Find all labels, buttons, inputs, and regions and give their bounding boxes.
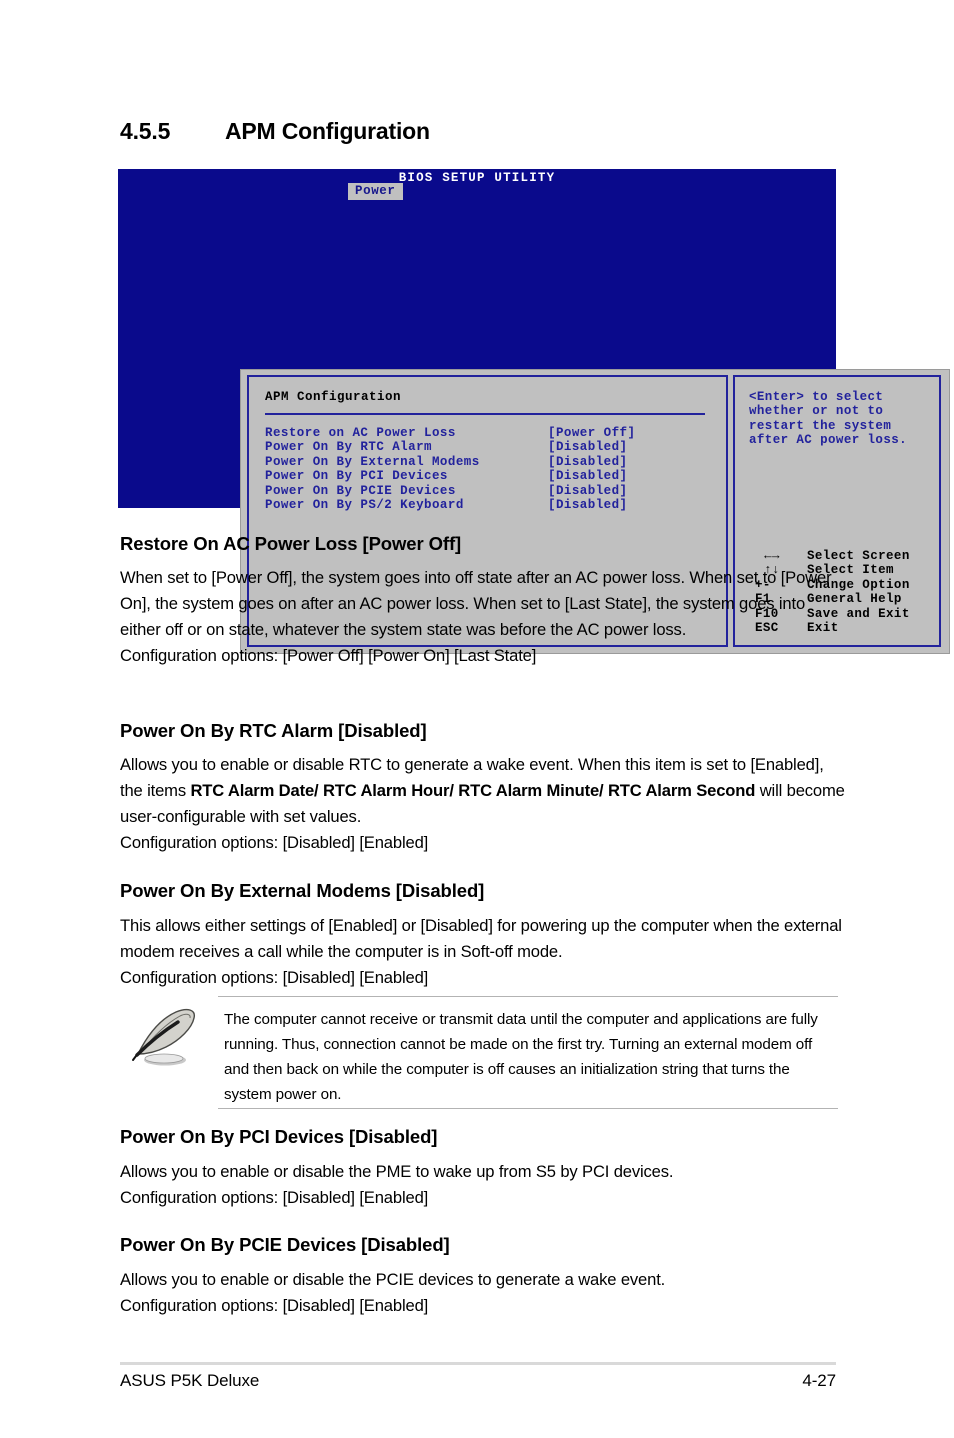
- body-power-on-by-external-modems: This allows either settings of [Enabled]…: [120, 913, 850, 991]
- legend-row: ←→ Select Screen: [743, 549, 939, 563]
- heading-power-on-by-external-modems: Power On By External Modems [Disabled]: [120, 880, 485, 901]
- bios-setup-screenshot: BIOS SETUP UTILITY APM Configuration Res…: [118, 169, 950, 672]
- legend-description: Select Screen: [807, 549, 910, 563]
- option-label: Power On By PCI Devices: [265, 469, 448, 484]
- page-title: 4.5.5 APM Configuration: [120, 118, 430, 145]
- bios-option-list: Restore on AC Power Loss [Power Off] Pow…: [265, 426, 715, 512]
- option-label: Restore on AC Power Loss: [265, 426, 456, 440]
- manual-page: 4.5.5 APM Configuration BIOS SETUP UTILIT…: [0, 0, 954, 1438]
- option-label: Power On By PS/2 Keyboard: [265, 497, 464, 512]
- option-value[interactable]: [Disabled]: [548, 440, 628, 454]
- heading-power-on-by-pci-devices: Power On By PCI Devices [Disabled]: [120, 1126, 438, 1147]
- bios-option-row[interactable]: Restore on AC Power Loss [Power Off]: [265, 426, 715, 440]
- bios-title: BIOS SETUP UTILITY: [398, 171, 556, 185]
- note-callout: The computer cannot receive or transmit …: [120, 996, 838, 1109]
- option-label: Power On By RTC Alarm: [265, 440, 432, 455]
- option-value[interactable]: [Disabled]: [548, 469, 628, 483]
- heading-power-on-by-pcie-devices: Power On By PCIE Devices [Disabled]: [120, 1234, 450, 1255]
- bios-option-row[interactable]: Power On By PCI Devices [Disabled]: [265, 469, 715, 483]
- body-text: When set to [Power Off], the system goes…: [120, 568, 832, 639]
- section-number: 4.5.5: [120, 118, 171, 144]
- body-text: Allows you to enable or disable the PME …: [120, 1162, 674, 1181]
- config-options-line: Configuration options: [Disabled] [Enabl…: [120, 968, 429, 987]
- option-value[interactable]: [Disabled]: [548, 484, 628, 498]
- bios-option-row[interactable]: Power On By External Modems [Disabled]: [265, 455, 715, 469]
- quill-pen-icon: [132, 1008, 195, 1066]
- option-label: Power On By External Modems: [265, 454, 480, 469]
- tab-power[interactable]: Power: [348, 183, 403, 200]
- body-power-on-by-pcie-devices: Allows you to enable or disable the PCIE…: [120, 1267, 850, 1319]
- option-value[interactable]: [Disabled]: [548, 455, 628, 469]
- config-options-line: Configuration options: [Power Off] [Powe…: [120, 646, 537, 665]
- body-power-on-by-rtc-alarm: Allows you to enable or disable RTC to g…: [120, 752, 850, 856]
- option-label: Power On By PCIE Devices: [265, 483, 456, 498]
- apm-configuration-heading: APM Configuration: [265, 390, 402, 404]
- config-options-line: Configuration options: [Disabled] [Enabl…: [120, 1296, 429, 1315]
- body-restore-on-ac-power-loss: When set to [Power Off], the system goes…: [120, 565, 850, 669]
- option-value[interactable]: [Disabled]: [548, 498, 628, 512]
- footer-divider: [120, 1362, 836, 1365]
- help-text: <Enter> to select whether or not to rest…: [749, 390, 908, 448]
- note-text: The computer cannot receive or transmit …: [224, 1011, 818, 1103]
- section-title: APM Configuration: [225, 118, 430, 144]
- body-text: This allows either settings of [Enabled]…: [120, 916, 842, 961]
- bios-option-row[interactable]: Power On By PCIE Devices [Disabled]: [265, 484, 715, 498]
- footer-page-number: 4-27: [802, 1371, 836, 1390]
- left-right-arrow-icon: ←→: [764, 549, 780, 563]
- body-power-on-by-pci-devices: Allows you to enable or disable the PME …: [120, 1159, 850, 1211]
- config-options-line: Configuration options: [Disabled] [Enabl…: [120, 1188, 429, 1207]
- bios-option-row[interactable]: Power On By RTC Alarm [Disabled]: [265, 440, 715, 454]
- panel-divider: [265, 413, 705, 415]
- bios-option-row[interactable]: Power On By PS/2 Keyboard [Disabled]: [265, 498, 715, 512]
- config-options-line: Configuration options: [Disabled] [Enabl…: [120, 833, 429, 852]
- note-divider-bottom: [218, 1108, 838, 1109]
- body-text-bold: RTC Alarm Date/ RTC Alarm Hour/ RTC Alar…: [190, 781, 756, 800]
- option-value[interactable]: [Power Off]: [548, 426, 635, 440]
- note-divider-top: [218, 996, 838, 997]
- heading-restore-on-ac-power-loss: Restore On AC Power Loss [Power Off]: [120, 533, 462, 554]
- footer-product-name: ASUS P5K Deluxe: [120, 1371, 260, 1390]
- body-text: Allows you to enable or disable the PCIE…: [120, 1270, 666, 1289]
- heading-power-on-by-rtc-alarm: Power On By RTC Alarm [Disabled]: [120, 720, 427, 741]
